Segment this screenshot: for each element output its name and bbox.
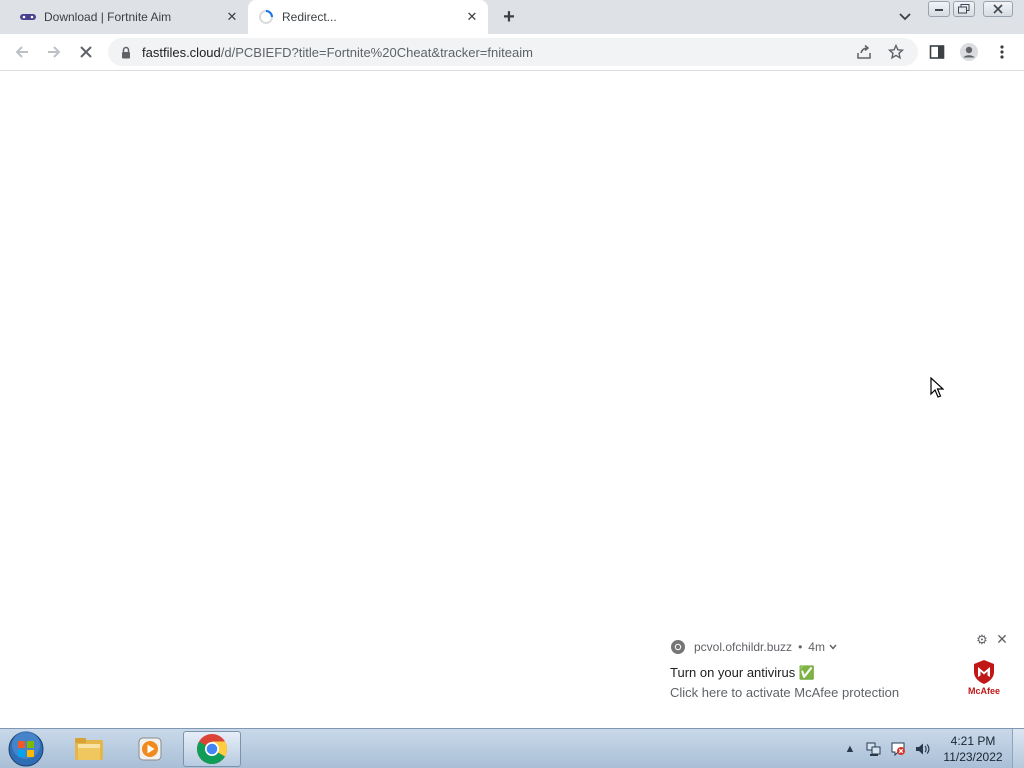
bullet-separator: • (798, 640, 803, 654)
system-tray: ▲ (842, 739, 930, 759)
tab-fortnite-aim[interactable]: Download | Fortnite Aim ✕ (12, 0, 246, 34)
url-path: /d/PCBIEFD?title=Fortnite%20Cheat&tracke… (220, 44, 533, 60)
action-center-warning-icon[interactable] (890, 741, 906, 757)
notification-age: 4m (808, 640, 825, 654)
notification-title: Turn on your antivirus ✅ (670, 665, 816, 680)
tab-title: Download | Fortnite Aim (44, 10, 172, 24)
tab-redirect[interactable]: Redirect... ✕ (248, 0, 488, 34)
side-panel-icon[interactable] (927, 42, 947, 62)
windows-taskbar: ▲ 4:21 PM 11/23/2022 (0, 728, 1024, 768)
notification-body: Click here to activate McAfee protection (670, 685, 900, 700)
close-icon[interactable]: ✕ (995, 631, 1009, 647)
bookmark-star-icon[interactable] (888, 44, 904, 60)
chevron-down-icon[interactable] (829, 644, 837, 650)
volume-icon[interactable] (914, 741, 930, 757)
stop-loading-icon[interactable] (76, 42, 96, 62)
window-restore-button[interactable] (953, 1, 975, 17)
forward-arrow-icon[interactable] (44, 42, 64, 62)
address-bar[interactable]: fastfiles.cloud/d/PCBIEFD?title=Fortnite… (108, 38, 918, 66)
game-controller-icon (20, 9, 36, 25)
chrome-icon (196, 734, 228, 765)
taskbar-media-player[interactable] (121, 731, 179, 767)
network-icon[interactable] (866, 741, 882, 757)
share-icon[interactable] (856, 44, 872, 60)
notification-header: pcvol.ofchildr.buzz • 4m (670, 639, 837, 655)
tab-close-icon[interactable]: ✕ (464, 9, 480, 25)
profile-avatar-icon[interactable] (959, 42, 979, 62)
windows-logo-icon (8, 731, 44, 767)
tab-title: Redirect... (282, 10, 337, 24)
url-host: fastfiles.cloud (142, 44, 221, 60)
mcafee-logo: McAfee (962, 659, 1006, 701)
url-text: fastfiles.cloud/d/PCBIEFD?title=Fortnite… (142, 45, 533, 60)
mcafee-brand-text: McAfee (967, 686, 1000, 696)
new-tab-icon[interactable]: + (499, 6, 519, 28)
clock-date: 11/23/2022 (943, 750, 1003, 764)
gear-icon[interactable]: ⚙ (975, 632, 989, 647)
tab-close-icon[interactable]: ✕ (224, 9, 240, 25)
browser-toolbar: fastfiles.cloud/d/PCBIEFD?title=Fortnite… (0, 34, 1024, 71)
taskbar-file-explorer[interactable] (60, 731, 118, 767)
mouse-cursor-icon (930, 376, 945, 402)
notification-source: pcvol.ofchildr.buzz (694, 640, 793, 654)
tab-strip: Download | Fortnite Aim ✕ Redirect... ✕ … (0, 0, 1024, 34)
push-notification[interactable]: pcvol.ofchildr.buzz • 4m ⚙ ✕ Turn on you… (656, 625, 1024, 728)
media-player-icon (138, 737, 162, 761)
mcafee-shield-icon (974, 660, 994, 684)
more-menu-icon[interactable] (992, 42, 1012, 62)
back-arrow-icon[interactable] (12, 42, 32, 62)
chevron-down-icon[interactable] (896, 9, 914, 25)
window-minimize-button[interactable] (928, 1, 950, 17)
taskbar-clock[interactable]: 4:21 PM 11/23/2022 (938, 733, 1008, 765)
window-close-button[interactable] (983, 1, 1013, 17)
taskbar-chrome[interactable] (183, 731, 241, 767)
folder-icon (75, 738, 103, 760)
lock-icon[interactable] (118, 44, 134, 60)
chrome-icon (671, 640, 685, 654)
loading-spinner-icon (258, 9, 274, 25)
start-button[interactable] (6, 731, 46, 767)
clock-time: 4:21 PM (950, 734, 996, 748)
show-desktop-button[interactable] (1012, 729, 1024, 768)
show-hidden-icons-icon[interactable]: ▲ (842, 741, 858, 757)
